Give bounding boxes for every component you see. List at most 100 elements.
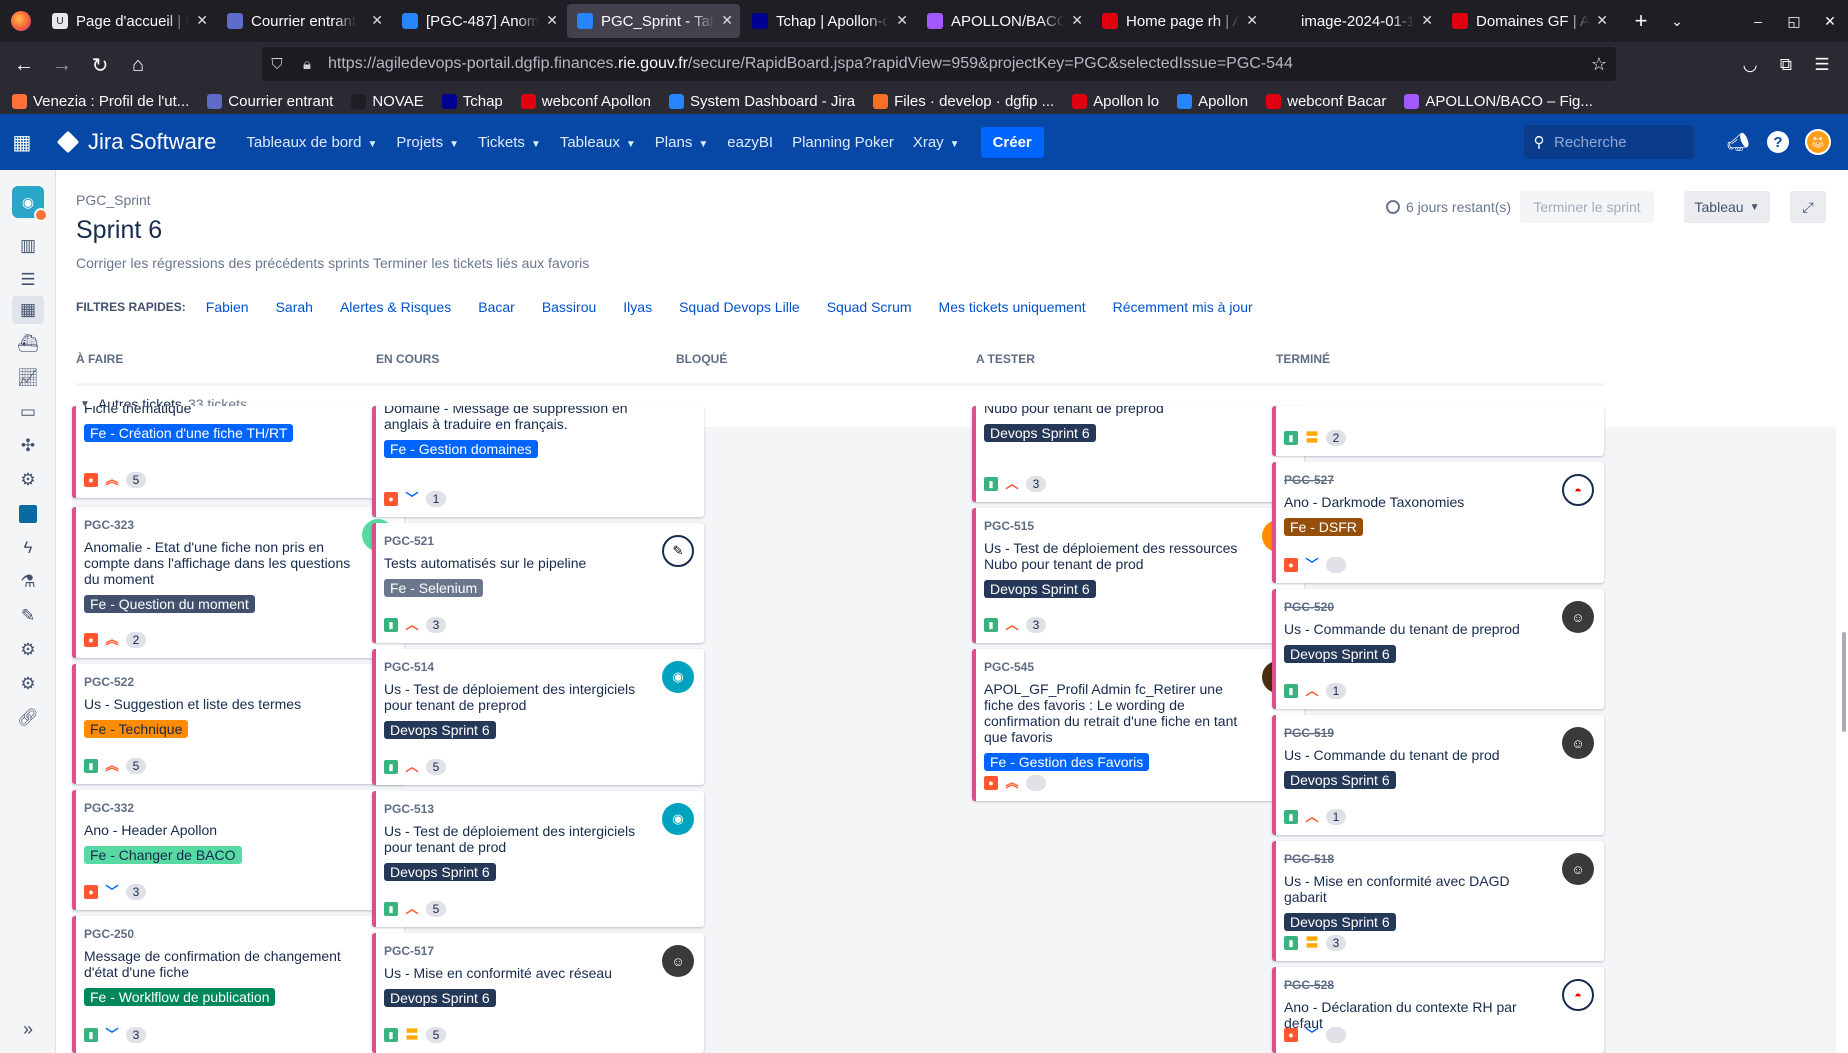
issue-card[interactable]: PGC-513 Us - Test de déploiement des inte…: [372, 791, 704, 927]
pocket-icon[interactable]: ◡: [1732, 55, 1768, 75]
issue-card[interactable]: ▮ 〓 2: [1272, 406, 1604, 456]
issue-card[interactable]: PGC-521 Tests automatisés sur le pipeline…: [372, 523, 704, 643]
quick-filter[interactable]: Mes tickets uniquement: [939, 299, 1086, 315]
nav-menu-item[interactable]: Projets ▼: [396, 134, 459, 151]
tab-list-chevron-icon[interactable]: ⌄: [1659, 13, 1695, 30]
breadcrumb[interactable]: PGC_Sprint: [76, 192, 151, 208]
issue-key[interactable]: PGC-521: [384, 534, 434, 548]
bookmark-item[interactable]: webconf Apollon: [520, 93, 651, 110]
bookmark-item[interactable]: Apollon: [1177, 93, 1248, 110]
bookmark-item[interactable]: Tchap: [441, 93, 503, 110]
issue-card[interactable]: PGC-323 Anomalie - Etat d'une fiche non p…: [72, 507, 404, 658]
browser-tab[interactable]: Courrier entrant ✕: [217, 4, 390, 38]
firefox-icon[interactable]: [0, 0, 42, 42]
lock-icon[interactable]: 🔒︎: [292, 56, 322, 73]
bookmark-item[interactable]: Courrier entrant: [207, 93, 333, 110]
create-button[interactable]: Créer: [980, 126, 1044, 158]
minimize-icon[interactable]: –: [1740, 13, 1776, 29]
roadmap-icon[interactable]: ▥: [12, 232, 44, 260]
bookmark-item[interactable]: System Dashboard - Jira: [669, 93, 855, 110]
browser-tab[interactable]: Domaines GF | Ap ✕: [1442, 4, 1615, 38]
issue-key[interactable]: PGC-514: [384, 660, 434, 674]
tab-close-icon[interactable]: ✕: [896, 12, 908, 29]
issue-card[interactable]: PGC-518 Us - Mise en conformité avec DAGD…: [1272, 841, 1604, 961]
assignee-avatar[interactable]: ☺: [1562, 727, 1594, 759]
fullscreen-icon[interactable]: ⤢: [1790, 191, 1826, 223]
browser-tab[interactable]: Home page rh | A ✕: [1092, 4, 1265, 38]
issue-card[interactable]: PGC-528 Ano - Déclaration du contexte RH …: [1272, 967, 1604, 1053]
url-bar[interactable]: ⛉ 🔒︎ https://agiledevops-portail.dgfip.f…: [262, 47, 1616, 81]
tracking-shield-icon[interactable]: ⛉: [262, 56, 292, 73]
issue-card[interactable]: Fiche thématique Fe - Création d'une fich…: [72, 406, 404, 498]
issue-key[interactable]: PGC-323: [84, 518, 134, 532]
bookmark-star-icon[interactable]: ☆: [1582, 54, 1616, 75]
quick-filter[interactable]: Fabien: [206, 299, 249, 315]
expand-sidebar-icon[interactable]: »: [12, 1017, 44, 1041]
issue-card[interactable]: PGC-527 Ano - Darkmode Taxonomies Fe - DSF…: [1272, 462, 1604, 583]
forward-icon[interactable]: →: [44, 47, 80, 83]
bookmark-item[interactable]: APOLLON/BACO – Fig...: [1404, 93, 1593, 110]
quick-filter[interactable]: Ilyas: [623, 299, 652, 315]
quick-filter[interactable]: Bassirou: [542, 299, 596, 315]
quick-filter[interactable]: Récemment mis à jour: [1113, 299, 1253, 315]
project-avatar[interactable]: ◉: [12, 186, 48, 222]
quick-filter[interactable]: Alertes & Risques: [340, 299, 451, 315]
releases-icon[interactable]: ⛴: [12, 330, 44, 358]
jira-logo[interactable]: Jira Software: [56, 129, 216, 155]
user-avatar[interactable]: 🦊︎: [1798, 124, 1838, 160]
xray-icon[interactable]: [12, 500, 44, 528]
quick-filter[interactable]: Squad Devops Lille: [679, 299, 800, 315]
tab-close-icon[interactable]: ✕: [1246, 12, 1258, 29]
browser-tab[interactable]: PGC_Sprint - Table ✕: [567, 4, 740, 38]
nav-menu-item[interactable]: Planning Poker: [792, 134, 894, 151]
extensions-icon[interactable]: ⧉: [1768, 55, 1804, 75]
bookmark-item[interactable]: Apollon lo: [1072, 93, 1159, 110]
issue-key[interactable]: PGC-520: [1284, 600, 1334, 614]
test-runs-icon[interactable]: ⚙: [12, 636, 44, 664]
assignee-avatar[interactable]: ◉: [662, 661, 694, 693]
settings-gear-icon[interactable]: ⚙: [12, 466, 44, 494]
project-settings-icon[interactable]: ⚙: [12, 670, 44, 698]
link-icon[interactable]: 🔗︎: [12, 704, 44, 732]
issues-icon[interactable]: ▭: [12, 398, 44, 426]
finish-sprint-button[interactable]: Terminer le sprint: [1520, 191, 1654, 223]
issue-key[interactable]: PGC-332: [84, 801, 134, 815]
issue-key[interactable]: PGC-527: [1284, 473, 1334, 487]
tab-close-icon[interactable]: ✕: [1071, 12, 1083, 29]
close-window-icon[interactable]: ✕: [1812, 13, 1848, 30]
issue-key[interactable]: PGC-250: [84, 927, 134, 941]
issue-card[interactable]: PGC-517 Us - Mise en conformité avec rése…: [372, 933, 704, 1053]
issue-key[interactable]: PGC-513: [384, 802, 434, 816]
nav-menu-item[interactable]: Tableaux de bord ▼: [246, 134, 377, 151]
issue-key[interactable]: PGC-545: [984, 660, 1034, 674]
assignee-avatar[interactable]: ✎: [662, 535, 694, 567]
issue-card[interactable]: PGC-515 Us - Test de déploiement des ress…: [972, 508, 1304, 643]
assignee-avatar[interactable]: ☺: [1562, 853, 1594, 885]
issue-key[interactable]: PGC-518: [1284, 852, 1334, 866]
issue-key[interactable]: PGC-519: [1284, 726, 1334, 740]
board-view-select[interactable]: Tableau ▼: [1684, 191, 1770, 223]
tests-icon[interactable]: ⚗: [12, 568, 44, 596]
automation-icon[interactable]: ϟ: [12, 534, 44, 562]
reload-icon[interactable]: ↻: [82, 47, 118, 83]
components-icon[interactable]: ✣: [12, 432, 44, 460]
tab-close-icon[interactable]: ✕: [1596, 12, 1608, 29]
browser-tab[interactable]: APOLLON/BACO ✕: [917, 4, 1090, 38]
menu-icon[interactable]: ☰: [1804, 55, 1840, 75]
app-switcher-icon[interactable]: ▦: [0, 120, 44, 164]
board-icon[interactable]: ▦: [12, 296, 44, 324]
nav-menu-item[interactable]: Tableaux ▼: [560, 134, 636, 151]
issue-key[interactable]: PGC-528: [1284, 978, 1334, 992]
issue-card[interactable]: PGC-250 Message de confirmation de change…: [72, 916, 404, 1053]
issue-card[interactable]: PGC-514 Us - Test de déploiement des inte…: [372, 649, 704, 785]
issue-card[interactable]: Nubo pour tenant de preprod Devops Sprint…: [972, 406, 1304, 502]
tab-close-icon[interactable]: ✕: [721, 12, 733, 29]
assignee-avatar[interactable]: ◓: [1562, 474, 1594, 506]
issue-card[interactable]: PGC-332 Ano - Header Apollon Fe - Changer …: [72, 790, 404, 910]
issue-key[interactable]: PGC-522: [84, 675, 134, 689]
quick-filter[interactable]: Bacar: [478, 299, 515, 315]
home-icon[interactable]: ⌂: [120, 47, 156, 83]
tab-close-icon[interactable]: ✕: [196, 12, 208, 29]
url-text[interactable]: https://agiledevops-portail.dgfip.financ…: [328, 55, 1582, 73]
scrollbar-thumb[interactable]: [1842, 632, 1846, 732]
